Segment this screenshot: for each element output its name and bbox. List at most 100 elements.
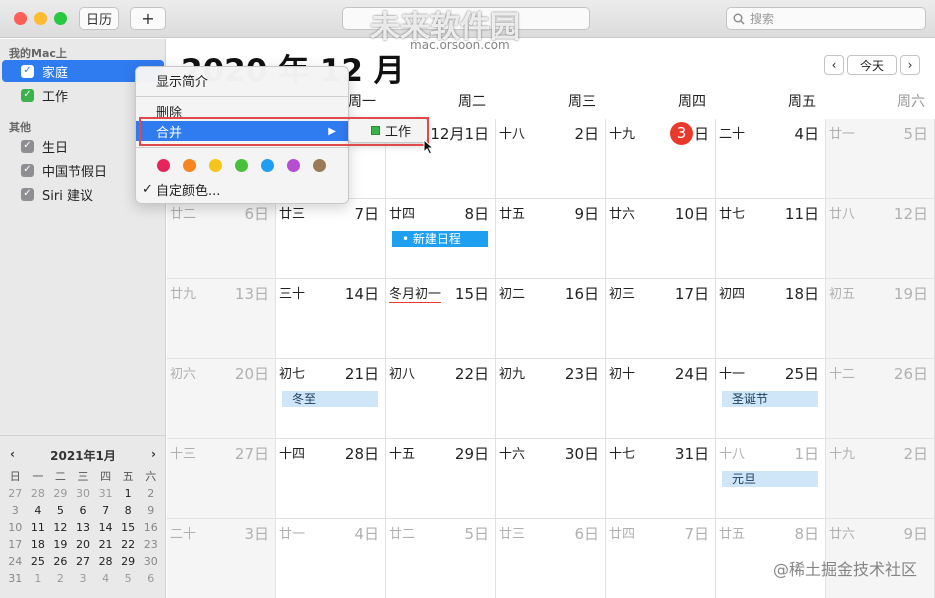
day-cell[interactable]: 十九 2日	[826, 439, 935, 519]
mini-day[interactable]: 3	[4, 503, 27, 518]
checkbox-checked-icon[interactable]: ✓	[21, 163, 34, 177]
mini-day[interactable]: 12	[49, 520, 72, 535]
color-swatch[interactable]	[157, 159, 170, 172]
prev-month-button[interactable]: ‹	[824, 55, 844, 75]
day-cell[interactable]: 三十 14日	[276, 279, 386, 359]
event-winter-solstice[interactable]: 冬至	[282, 391, 378, 407]
mini-day[interactable]: 11	[27, 520, 50, 535]
mini-day[interactable]: 27	[72, 554, 95, 569]
menu-item-merge[interactable]: 合并 ▶	[136, 121, 348, 141]
checkbox-checked-icon[interactable]: ✓	[21, 139, 34, 153]
checkbox-checked-icon[interactable]: ✓	[21, 88, 34, 102]
mini-day[interactable]: 1	[27, 571, 50, 586]
mini-day[interactable]: 10	[4, 520, 27, 535]
day-cell[interactable]: 廿四 7日	[606, 519, 716, 598]
mini-day[interactable]: 20	[72, 537, 95, 552]
day-cell[interactable]: 十四 28日	[276, 439, 386, 519]
day-cell[interactable]: 十七 31日	[606, 439, 716, 519]
event-new-event[interactable]: • 新建日程	[392, 231, 488, 247]
day-cell[interactable]: 二十 4日	[716, 119, 826, 199]
event-new-year[interactable]: 元旦	[722, 471, 818, 487]
day-cell[interactable]: 廿二 6日	[167, 199, 276, 279]
day-cell[interactable]: 廿二 5日	[386, 519, 496, 598]
mini-day[interactable]: 7	[94, 503, 117, 518]
mini-day[interactable]: 17	[4, 537, 27, 552]
mini-day[interactable]: 26	[49, 554, 72, 569]
menu-item-custom-color[interactable]: ✓ 自定颜色...	[136, 179, 348, 199]
mini-day[interactable]: 30	[139, 554, 162, 569]
mini-day[interactable]: 1	[117, 486, 140, 501]
day-cell[interactable]: 十六 30日	[496, 439, 606, 519]
mini-day[interactable]: 18	[27, 537, 50, 552]
day-cell[interactable]: 廿一 5日	[826, 119, 935, 199]
mini-day[interactable]: 8	[117, 503, 140, 518]
minimize-window-button[interactable]	[34, 12, 47, 25]
mini-day[interactable]: 3	[72, 571, 95, 586]
color-swatch[interactable]	[261, 159, 274, 172]
mini-day[interactable]: 13	[72, 520, 95, 535]
search-field[interactable]: 搜索	[726, 7, 926, 30]
menu-item-delete[interactable]: 删除	[136, 101, 348, 121]
mini-day[interactable]: 29	[117, 554, 140, 569]
day-cell[interactable]: 十五 29日	[386, 439, 496, 519]
day-cell[interactable]: 初四 18日	[716, 279, 826, 359]
day-cell[interactable]: 初三 17日	[606, 279, 716, 359]
color-swatch[interactable]	[183, 159, 196, 172]
zoom-window-button[interactable]	[54, 12, 67, 25]
mini-day[interactable]: 31	[4, 571, 27, 586]
mini-day[interactable]: 21	[94, 537, 117, 552]
submenu-item-work[interactable]: 工作	[385, 121, 411, 140]
mini-day[interactable]: 9	[139, 503, 162, 518]
mini-day[interactable]: 24	[4, 554, 27, 569]
day-cell[interactable]: 廿八 12日	[826, 199, 935, 279]
day-cell[interactable]: 廿七 11日	[716, 199, 826, 279]
next-month-button[interactable]: ›	[900, 55, 920, 75]
event-christmas[interactable]: 圣诞节	[722, 391, 818, 407]
mini-day[interactable]: 14	[94, 520, 117, 535]
day-cell[interactable]: 二十 3日	[167, 519, 276, 598]
day-cell[interactable]: 十九 3 日	[606, 119, 716, 199]
mini-day[interactable]: 28	[27, 486, 50, 501]
day-cell[interactable]: 廿一 4日	[276, 519, 386, 598]
color-swatch[interactable]	[209, 159, 222, 172]
mini-day[interactable]: 30	[72, 486, 95, 501]
mini-next-button[interactable]: ›	[151, 447, 156, 464]
day-cell[interactable]: 廿九 13日	[167, 279, 276, 359]
day-cell[interactable]: 廿三 7日	[276, 199, 386, 279]
day-cell[interactable]: 初十 24日	[606, 359, 716, 439]
checkbox-checked-icon[interactable]: ✓	[21, 64, 34, 78]
day-cell[interactable]: 初五 19日	[826, 279, 935, 359]
mini-day[interactable]: 15	[117, 520, 140, 535]
today-button[interactable]: 今天	[847, 55, 897, 75]
day-cell[interactable]: 初二 16日	[496, 279, 606, 359]
checkbox-checked-icon[interactable]: ✓	[21, 187, 34, 201]
day-cell[interactable]: 冬月初一 15日	[386, 279, 496, 359]
mini-day[interactable]: 29	[49, 486, 72, 501]
merge-submenu[interactable]: 工作	[348, 117, 428, 143]
mini-day[interactable]: 4	[27, 503, 50, 518]
menu-item-get-info[interactable]: 显示简介	[136, 70, 348, 90]
calendars-button[interactable]: 日历	[79, 7, 119, 30]
day-cell[interactable]: 初六 20日	[167, 359, 276, 439]
close-window-button[interactable]	[14, 12, 27, 25]
mini-day[interactable]: 4	[94, 571, 117, 586]
day-cell[interactable]: 廿六 10日	[606, 199, 716, 279]
day-cell[interactable]: 十八 2日	[496, 119, 606, 199]
color-swatch[interactable]	[313, 159, 326, 172]
color-swatch[interactable]	[235, 159, 248, 172]
mini-day[interactable]: 28	[94, 554, 117, 569]
mini-prev-button[interactable]: ‹	[10, 447, 15, 464]
mini-day[interactable]: 2	[49, 571, 72, 586]
color-swatch[interactable]	[287, 159, 300, 172]
mini-day[interactable]: 16	[139, 520, 162, 535]
add-event-button[interactable]: +	[130, 7, 166, 30]
day-cell[interactable]: 十二 26日	[826, 359, 935, 439]
mini-day[interactable]: 6	[72, 503, 95, 518]
day-cell[interactable]: 十三 27日	[167, 439, 276, 519]
mini-day[interactable]: 2	[139, 486, 162, 501]
day-cell[interactable]: 廿三 6日	[496, 519, 606, 598]
mini-day[interactable]: 31	[94, 486, 117, 501]
mini-day[interactable]: 27	[4, 486, 27, 501]
mini-day[interactable]: 5	[49, 503, 72, 518]
mini-day[interactable]: 22	[117, 537, 140, 552]
